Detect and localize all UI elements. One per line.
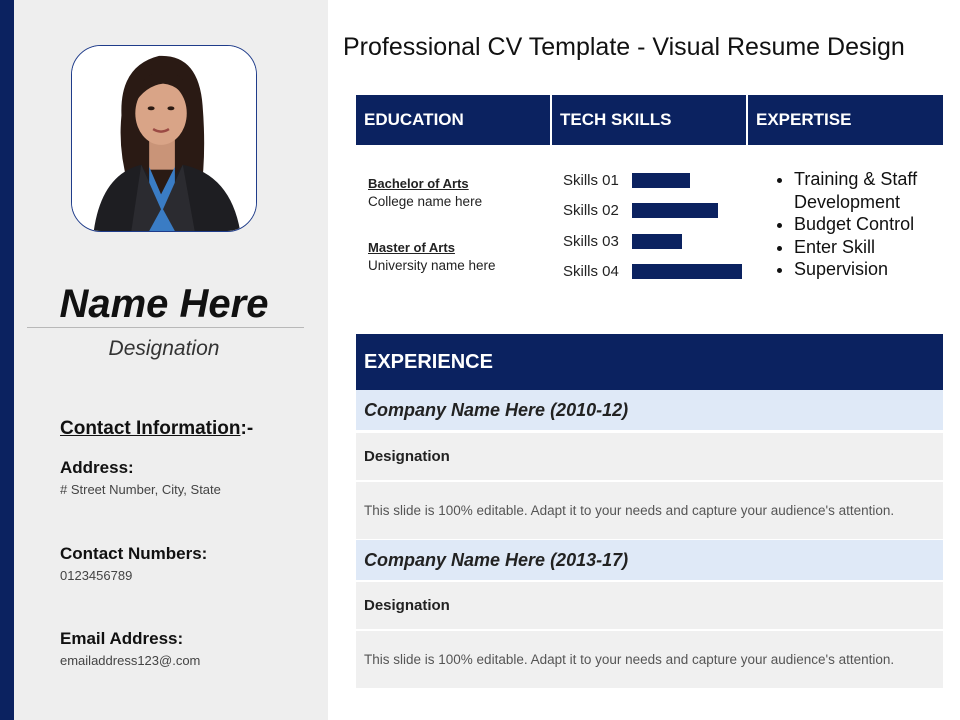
contact-heading-suffix: :- — [240, 418, 254, 439]
contact-heading-text: Contact Information — [60, 418, 241, 439]
education-school-2: University name here — [368, 258, 496, 273]
row-divider — [356, 430, 943, 432]
person-name: Name Here — [59, 282, 269, 326]
experience-description-2: This slide is 100% editable. Adapt it to… — [356, 631, 943, 688]
education-school-1: College name here — [368, 194, 483, 209]
education-degree-2: Master of Arts — [368, 240, 455, 255]
page-title: Professional CV Template - Visual Resume… — [343, 33, 905, 61]
skill-label-2: Skills 02 — [563, 202, 619, 219]
skill-bar-2 — [632, 203, 718, 218]
skill-bar-1 — [632, 173, 690, 188]
education-degree-1: Bachelor of Arts — [368, 176, 469, 191]
experience-company-1: Company Name Here (2010-12) — [356, 390, 943, 430]
skill-bar-3 — [632, 234, 682, 249]
education-header: EDUCATION — [356, 95, 550, 145]
skill-label-3: Skills 03 — [563, 233, 619, 250]
phone-label: Contact Numbers: — [60, 544, 208, 563]
address-value: # Street Number, City, State — [60, 482, 221, 497]
person-designation: Designation — [108, 337, 220, 360]
address-label: Address: — [60, 458, 134, 477]
expertise-header: EXPERTISE — [748, 95, 943, 145]
skill-label-1: Skills 01 — [563, 172, 619, 189]
skill-label-4: Skills 04 — [563, 263, 619, 280]
experience-description-1: This slide is 100% editable. Adapt it to… — [356, 482, 943, 539]
experience-designation-1: Designation — [356, 433, 943, 480]
tech-skills-header: TECH SKILLS — [552, 95, 746, 145]
contact-heading: Contact Information:- — [60, 418, 253, 440]
name-divider — [27, 327, 304, 328]
phone-value: 0123456789 — [60, 568, 133, 583]
skill-bar-4 — [632, 264, 742, 279]
woman-portrait-icon — [72, 46, 256, 231]
expertise-item: Budget Control — [794, 213, 945, 236]
experience-company-2: Company Name Here (2013-17) — [356, 540, 943, 580]
expertise-list: Training & Staff Development Budget Cont… — [770, 168, 945, 281]
experience-designation-2: Designation — [356, 582, 943, 629]
experience-header: EXPERIENCE — [356, 334, 943, 390]
email-label: Email Address: — [60, 629, 184, 648]
expertise-item: Supervision — [794, 258, 945, 281]
profile-photo — [71, 45, 257, 232]
expertise-item: Training & Staff Development — [794, 168, 945, 213]
left-accent-stripe — [0, 0, 14, 720]
expertise-item: Enter Skill — [794, 236, 945, 259]
email-value: emailaddress123@.com — [60, 653, 201, 668]
